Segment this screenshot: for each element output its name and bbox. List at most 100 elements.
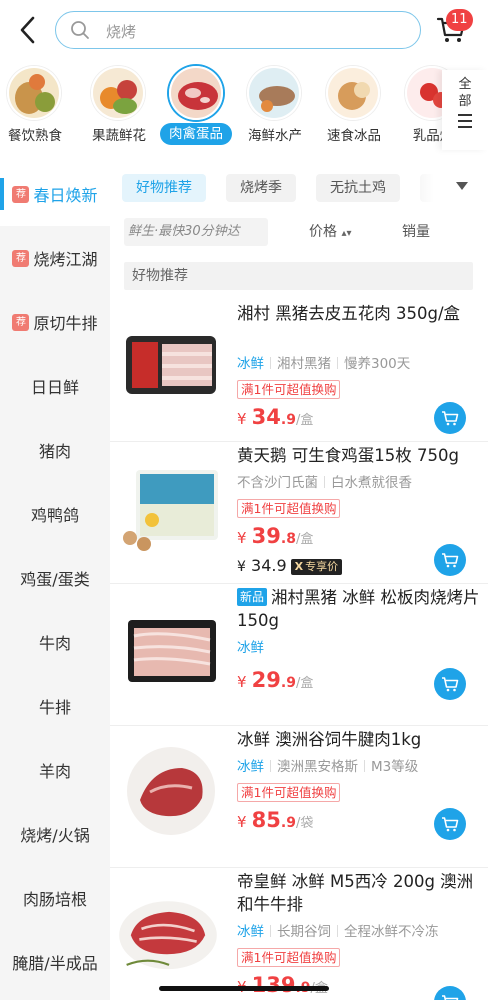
- sort-price-button[interactable]: 价格 ▴▾: [309, 221, 352, 241]
- category-image: [91, 66, 145, 120]
- product-tag: 冰鲜: [237, 924, 264, 940]
- product-tag: 澳洲黑安格斯: [277, 759, 358, 775]
- product-price: ¥ 34.9/盒: [237, 405, 313, 429]
- subtab-fade: [410, 174, 440, 204]
- search-icon: [71, 21, 89, 39]
- back-icon[interactable]: [14, 14, 42, 46]
- price-decimal: .8: [280, 531, 296, 547]
- product-card[interactable]: 黄天鹅 可生食鸡蛋15枚 750g 不含沙门氏菌 白水煮就很香 满1件可超值换购 …: [110, 444, 488, 584]
- recommend-tag: 荐: [12, 185, 30, 203]
- member-price-value: 34.9: [251, 556, 287, 575]
- product-card[interactable]: 湘村 黑猪去皮五花肉 350g/盒 冰鲜 湘村黑猪 慢养300天 满1件可超值换购 …: [110, 302, 488, 442]
- cart-icon: [442, 995, 459, 1000]
- add-to-cart-button[interactable]: [434, 402, 466, 434]
- product-tags: 冰鲜 长期谷饲 全程冰鲜不冷冻: [237, 920, 482, 940]
- top-bar: 烧烤 11: [0, 0, 488, 62]
- category-item[interactable]: 速食冰品: [315, 62, 393, 162]
- price-unit: /盒: [295, 532, 314, 547]
- subtab[interactable]: 无抗土鸡: [316, 174, 400, 202]
- sidebar-item[interactable]: 羊肉: [0, 738, 110, 802]
- product-image: [123, 470, 218, 551]
- price-currency: ¥: [237, 529, 247, 547]
- category-item[interactable]: 海鲜水产: [236, 62, 314, 162]
- divider: [270, 925, 271, 937]
- subtab-active[interactable]: 好物推荐: [122, 174, 206, 202]
- product-tag: 白水煮就很香: [331, 475, 412, 491]
- promo-tag: 满1件可超值换购: [237, 380, 341, 399]
- sidebar-item[interactable]: 肉肠培根: [0, 866, 110, 930]
- divider: [337, 925, 338, 937]
- promo-tag: 满1件可超值换购: [237, 783, 341, 802]
- category-item[interactable]: 果蔬鲜花: [80, 62, 158, 162]
- product-price: ¥ 85.9/袋: [237, 808, 313, 832]
- product-card[interactable]: 冰鲜 澳洲谷饲牛腱肉1kg 冰鲜 澳洲黑安格斯 M3等级 满1件可超值换购 ¥ 85…: [110, 728, 488, 868]
- add-to-cart-button[interactable]: [434, 986, 466, 1000]
- sidebar-item[interactable]: 烧烤/火锅: [0, 802, 110, 866]
- divider: [270, 357, 271, 369]
- sidebar-item[interactable]: 荐 原切牛排: [0, 290, 110, 354]
- cart-icon: [442, 817, 459, 832]
- sidebar-item-label: 牛排: [38, 698, 71, 717]
- sidebar-item[interactable]: 牛肉: [0, 610, 110, 674]
- sidebar-item-active[interactable]: 荐 春日焕新: [0, 162, 110, 226]
- category-image: [169, 66, 223, 120]
- search-input[interactable]: 烧烤: [55, 11, 421, 49]
- product-title: 湘村 黑猪去皮五花肉 350g/盒: [237, 304, 461, 323]
- price-unit: /盒: [295, 676, 314, 691]
- product-tag: 冰鲜: [237, 759, 264, 775]
- product-title-text: 湘村黑猪 冰鲜 松板肉烧烤片 150g: [237, 588, 480, 630]
- product-image: [126, 336, 216, 394]
- price-currency: ¥: [237, 813, 247, 831]
- sidebar-item[interactable]: 鸡鸭鸽: [0, 482, 110, 546]
- sort-sales-button[interactable]: 销量: [402, 221, 430, 241]
- category-label: 海鲜水产: [248, 128, 302, 144]
- recommend-tag: 荐: [12, 313, 30, 331]
- product-tags: 冰鲜 澳洲黑安格斯 M3等级: [237, 755, 482, 775]
- app-screen: 烧烤 11 餐饮熟食 果蔬鲜花 肉禽蛋品 海鲜水产 速食冰品 乳品烘 全部 荐 …: [0, 0, 488, 1000]
- sidebar-item[interactable]: 日日鲜: [0, 354, 110, 418]
- fresh-delivery-badge: 鲜生·最快30分钟达: [124, 218, 268, 246]
- product-image: [128, 620, 216, 682]
- product-card[interactable]: 新品 湘村黑猪 冰鲜 松板肉烧烤片 150g 冰鲜 ¥ 29.9/盒: [110, 586, 488, 726]
- price-integer: 29: [251, 668, 281, 692]
- subtab[interactable]: 烧烤季: [226, 174, 296, 202]
- category-item-active[interactable]: 肉禽蛋品: [158, 62, 236, 162]
- sidebar-item[interactable]: 荐 烧烤江湖: [0, 226, 110, 290]
- price-currency: ¥: [237, 559, 246, 575]
- product-tag: 全程冰鲜不冷冻: [344, 924, 439, 940]
- section-header: 好物推荐: [124, 262, 473, 290]
- category-item[interactable]: 餐饮熟食: [0, 62, 74, 162]
- product-price: ¥ 29.9/盒: [237, 668, 313, 692]
- sidebar-item-label: 鸡蛋/蛋类: [20, 570, 90, 589]
- sidebar-item[interactable]: 鸡蛋/蛋类: [0, 546, 110, 610]
- sort-price-label: 价格: [309, 224, 337, 240]
- divider: [324, 476, 325, 488]
- sidebar-item[interactable]: 猪肉: [0, 418, 110, 482]
- sidebar-item-label: 肉肠培根: [22, 890, 87, 909]
- price-integer: 34: [251, 405, 281, 429]
- product-tag: 冰鲜: [237, 356, 264, 372]
- add-to-cart-button[interactable]: [434, 668, 466, 700]
- price-integer: 85: [251, 808, 281, 832]
- price-decimal: .9: [280, 815, 296, 831]
- all-categories-label: 全部: [458, 77, 472, 109]
- sidebar-item[interactable]: 牛排: [0, 674, 110, 738]
- chevron-down-icon[interactable]: [455, 180, 469, 192]
- sidebar-item-label: 腌腊/半成品: [12, 954, 98, 973]
- product-title: 帝皇鲜 冰鲜 M5西冷 200g 澳洲和牛牛排: [237, 872, 474, 914]
- home-indicator[interactable]: [159, 986, 329, 991]
- price-currency: ¥: [237, 673, 247, 691]
- add-to-cart-button[interactable]: [434, 808, 466, 840]
- product-card[interactable]: 帝皇鲜 冰鲜 M5西冷 200g 澳洲和牛牛排 冰鲜 长期谷饲 全程冰鲜不冷冻 满1…: [110, 870, 488, 1000]
- sidebar-item-label: 鸡鸭鸽: [30, 506, 79, 525]
- product-title: 冰鲜 澳洲谷饲牛腱肉1kg: [237, 730, 422, 749]
- price-unit: /盒: [295, 413, 314, 428]
- add-to-cart-button[interactable]: [434, 544, 466, 576]
- sidebar-item[interactable]: 腌腊/半成品: [0, 930, 110, 994]
- product-panel: 好物推荐 烧烤季 无抗土鸡 精 鲜生·最快30分钟达 价格 ▴▾ 销量 好物推荐: [110, 162, 488, 1000]
- promo-tag: 满1件可超值换购: [237, 499, 341, 518]
- recommend-tag: 荐: [12, 249, 30, 267]
- category-label: 速食冰品: [327, 128, 381, 144]
- all-categories-button[interactable]: 全部: [442, 70, 488, 150]
- product-tags: 冰鲜: [237, 636, 482, 656]
